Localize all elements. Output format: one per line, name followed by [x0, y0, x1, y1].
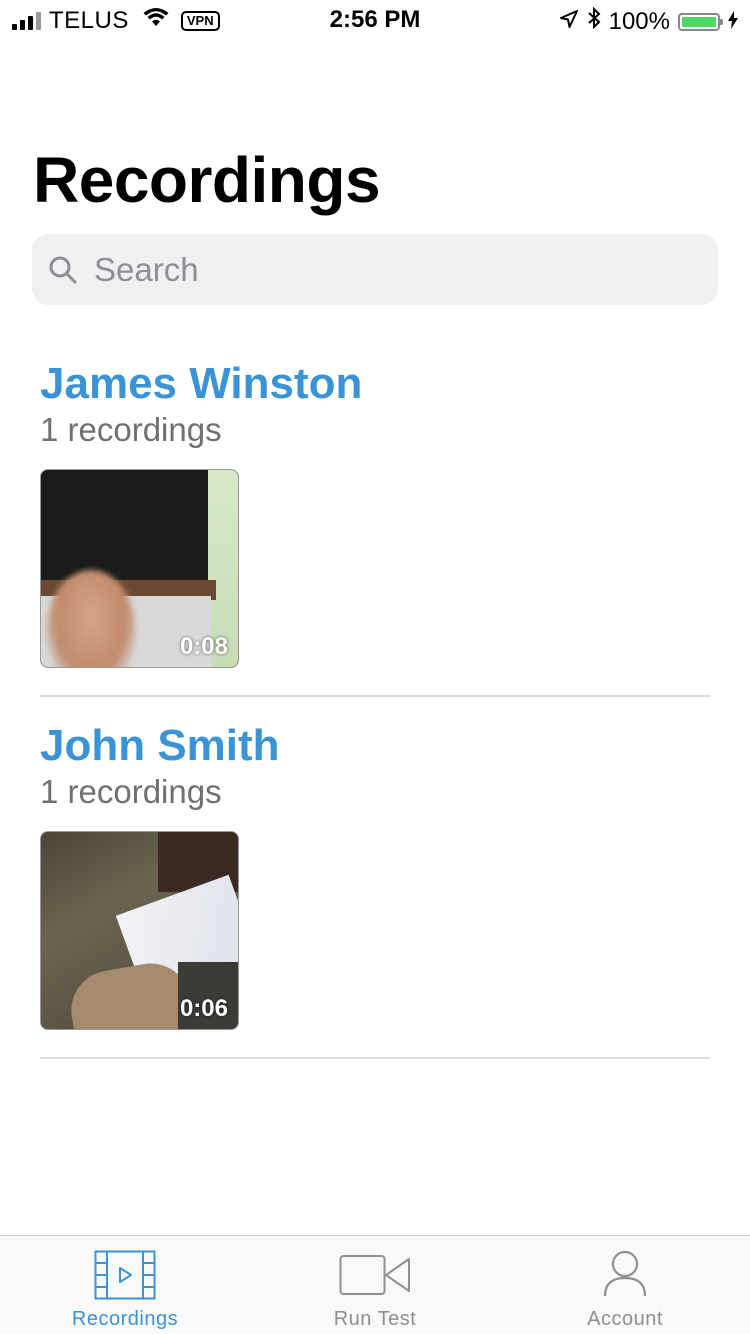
- tab-bar: Recordings Run Test Account: [0, 1235, 750, 1334]
- group-name[interactable]: James Winston: [40, 358, 710, 410]
- group-name[interactable]: John Smith: [40, 720, 710, 772]
- page-title: Recordings: [33, 144, 381, 216]
- tab-label: Account: [587, 1308, 663, 1330]
- tab-label: Recordings: [71, 1308, 179, 1330]
- status-bar: TELUS VPN 2:56 PM 100%: [0, 0, 750, 40]
- recording-thumbnail[interactable]: 0:06: [40, 831, 239, 1030]
- divider: [40, 695, 710, 697]
- location-icon: [559, 8, 579, 36]
- recording-group: John Smith 1 recordings 0:06: [40, 720, 710, 1060]
- film-icon: [94, 1250, 156, 1300]
- video-camera-icon: [339, 1255, 410, 1295]
- charging-icon: [728, 8, 738, 36]
- search-icon: [49, 256, 77, 283]
- battery-percent: 100%: [608, 7, 670, 35]
- bluetooth-icon: [587, 6, 601, 36]
- recording-duration: 0:06: [179, 995, 228, 1022]
- recording-group: James Winston 1 recordings 0:08: [40, 358, 710, 698]
- search-input[interactable]: [92, 249, 676, 290]
- status-right: 100%: [559, 6, 738, 36]
- tab-recordings[interactable]: Recordings: [0, 1236, 250, 1335]
- divider: [40, 1057, 710, 1059]
- tab-account[interactable]: Account: [500, 1236, 750, 1335]
- person-icon: [603, 1250, 647, 1297]
- tab-run-test[interactable]: Run Test: [250, 1236, 500, 1335]
- tab-label: Run Test: [333, 1308, 417, 1330]
- recording-count: 1 recordings: [40, 773, 222, 810]
- battery-icon: [678, 12, 723, 31]
- recording-duration: 0:08: [179, 633, 228, 660]
- search-bar[interactable]: [32, 234, 718, 305]
- recording-count: 1 recordings: [40, 411, 222, 448]
- recording-thumbnail[interactable]: 0:08: [40, 469, 239, 668]
